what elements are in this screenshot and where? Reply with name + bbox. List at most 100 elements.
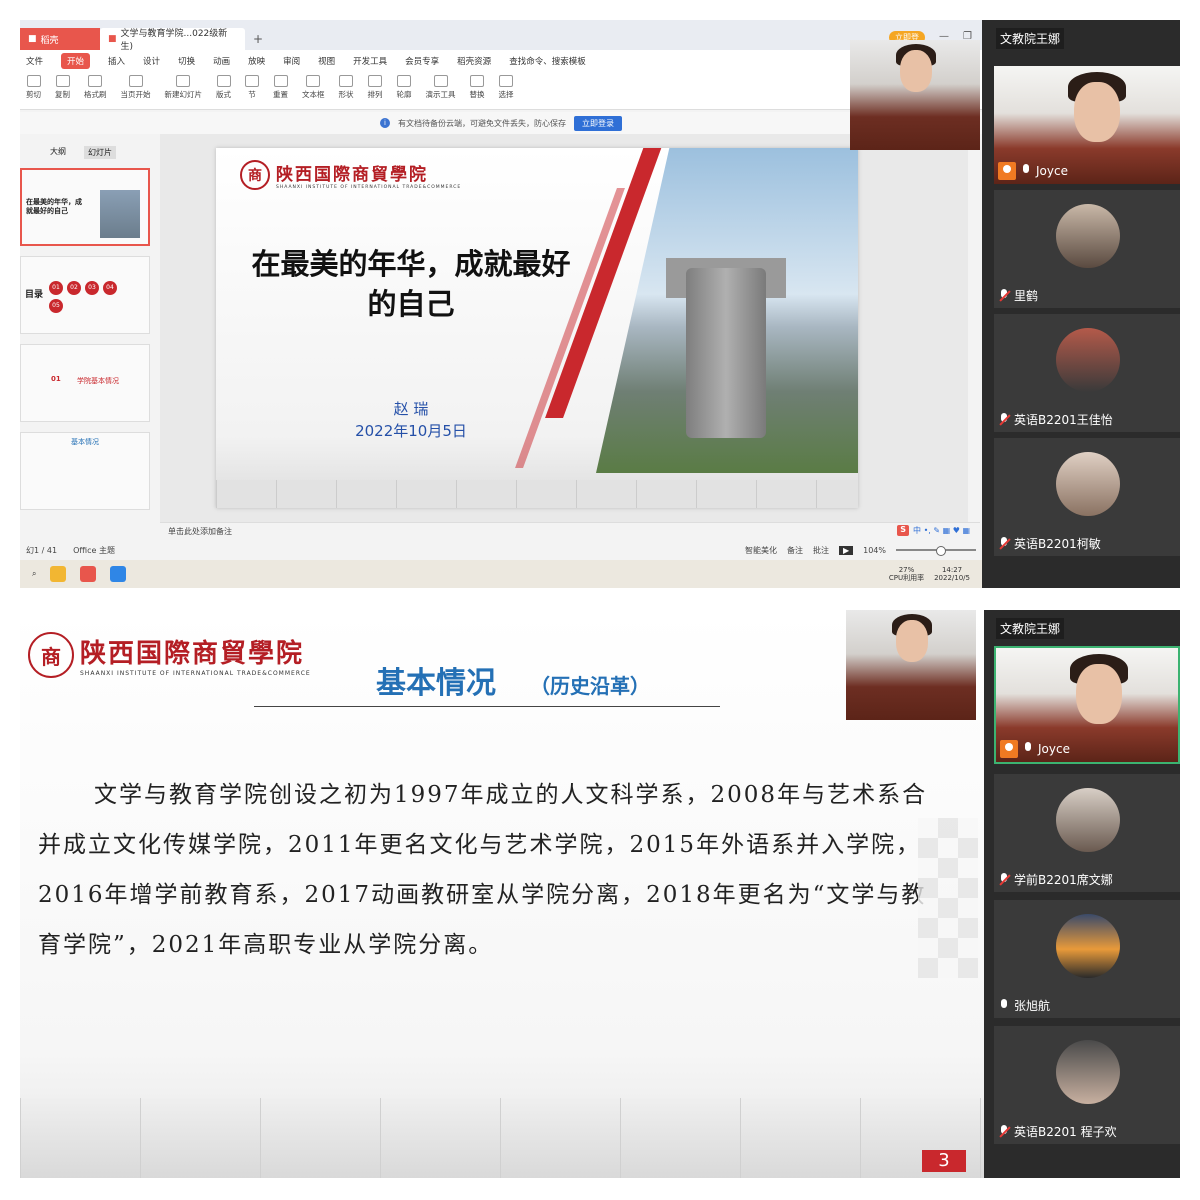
menu-review[interactable]: 审阅: [283, 55, 300, 67]
tab-document[interactable]: ■ 文学与教育学院...022级新生): [100, 28, 245, 52]
menu-animation[interactable]: 动画: [213, 55, 230, 67]
comments-toggle[interactable]: 批注: [813, 545, 829, 556]
participant-tile[interactable]: 英语B2201王佳怡: [994, 314, 1180, 432]
slide-thumbnail-2[interactable]: 目录 01 02 03 04 05: [20, 256, 150, 334]
slide-date: 2022年10月5日: [355, 422, 467, 440]
microphone-muted-icon: [998, 412, 1010, 427]
shape-button[interactable]: 形状: [339, 75, 354, 106]
login-now-button[interactable]: 立即登录: [574, 115, 622, 131]
tab-bar: ■ 稻壳 ■ 文学与教育学院...022级新生) + 立即登 — ❐: [20, 20, 982, 52]
play-from-current-button[interactable]: 当页开始: [121, 75, 151, 106]
menu-developer[interactable]: 开发工具: [353, 55, 387, 67]
backup-infobar: i 有文档待备份云端，可避免文件丢失，防心保存 立即登录: [20, 112, 982, 134]
new-tab-button[interactable]: +: [245, 28, 271, 50]
participant-avatar: [1056, 204, 1120, 268]
cut-button[interactable]: 剪切: [26, 75, 41, 106]
toc-circle: 05: [49, 299, 63, 313]
participant-tile[interactable]: 英语B2201柯敏: [994, 438, 1180, 556]
command-search[interactable]: 查找命令、搜索模板: [509, 55, 586, 67]
ribbon-toolbar: 剪切 复制 格式刷 当页开始 新建幻灯片 版式 节 重置 文本框 形状 排列 轮…: [20, 72, 982, 110]
slide-thumbnail-3[interactable]: 01 学院基本情况: [20, 344, 150, 422]
college-name-cn: 陕西国際商貿學院: [80, 639, 305, 669]
tab-slides[interactable]: 幻灯片: [84, 146, 116, 159]
scissors-icon: [26, 75, 41, 87]
slide-page-number: 3: [922, 1150, 966, 1172]
title-underline: [254, 706, 720, 707]
video-face: [1074, 82, 1120, 142]
participant-sidebar: 文教院王娜 Joyce 学前B2201席文娜 张旭航 英语B2201 程子欢: [990, 610, 1180, 1178]
smart-beautify-button[interactable]: 智能美化: [745, 545, 777, 556]
slide-thumbnail-4[interactable]: 基本情况: [20, 432, 150, 510]
new-slide-button[interactable]: 新建幻灯片: [165, 75, 202, 106]
menu-file[interactable]: 文件: [26, 55, 43, 67]
tab-docer[interactable]: ■ 稻壳: [20, 28, 100, 50]
select-button[interactable]: 选择: [499, 75, 514, 106]
copy-button[interactable]: 复制: [55, 75, 70, 106]
meeting-host-name: 文教院王娜: [996, 618, 1065, 639]
panel-tabs: 大纲 幻灯片: [20, 140, 160, 165]
zoom-slider[interactable]: [896, 546, 976, 556]
reset-button[interactable]: 重置: [273, 75, 288, 106]
thumb-building-image: [100, 190, 140, 238]
clock[interactable]: 14:27 2022/10/5: [934, 566, 970, 582]
participant-tile-active[interactable]: Joyce: [994, 646, 1180, 764]
menu-slideshow[interactable]: 放映: [248, 55, 265, 67]
user-icon: [998, 162, 1016, 180]
meeting-app-icon[interactable]: [110, 566, 127, 582]
menu-transition[interactable]: 切换: [178, 55, 195, 67]
menu-home[interactable]: 开始: [61, 53, 91, 69]
tab-outline[interactable]: 大纲: [50, 146, 66, 159]
microphone-muted-icon: [998, 536, 1010, 551]
cpu-usage: 27% CPU利用率: [888, 566, 925, 582]
microphone-muted-icon: [998, 288, 1010, 303]
participant-tile[interactable]: 张旭航: [994, 900, 1180, 1018]
file-explorer-icon[interactable]: [50, 566, 67, 582]
format-painter-button[interactable]: 格式刷: [84, 75, 107, 106]
participant-avatar: [1056, 914, 1120, 978]
sogou-icon[interactable]: S: [897, 525, 910, 536]
textbox-icon: [306, 75, 321, 87]
layout-icon: [216, 75, 231, 87]
tools-icon: [433, 75, 448, 87]
participant-tile[interactable]: 学前B2201席文娜: [994, 774, 1180, 892]
slide-subtitle: （历史沿革）: [530, 674, 650, 698]
slide-thumbnail-panel: 大纲 幻灯片 在最美的年华，成就最好的自己 目录 01 02 03 04 05 …: [20, 140, 160, 554]
toc-circle: 02: [67, 281, 81, 295]
toc-circle: 03: [85, 281, 99, 295]
play-slideshow-icon[interactable]: ▶: [838, 545, 854, 555]
notes-area[interactable]: 单击此处添加备注 S 中 •, ✎ ▦ ♥ ▦: [160, 522, 980, 540]
outline-button[interactable]: 轮廓: [397, 75, 412, 106]
arrange-button[interactable]: 排列: [368, 75, 383, 106]
notes-toggle[interactable]: 备注: [787, 545, 803, 556]
current-slide: 商 陕西国際商貿學院 SHAANXI INSTITUTE OF INTERNAT…: [216, 148, 858, 508]
slide-thumbnail-1[interactable]: 在最美的年华，成就最好的自己: [20, 168, 150, 246]
replace-button[interactable]: 替换: [470, 75, 485, 106]
menu-design[interactable]: 设计: [143, 55, 160, 67]
microphone-muted-icon: [998, 1124, 1010, 1139]
presentation-tools-button[interactable]: 演示工具: [426, 75, 456, 106]
arrange-icon: [368, 75, 382, 87]
textbox-button[interactable]: 文本框: [302, 75, 325, 106]
wps-icon[interactable]: [80, 566, 97, 582]
menu-view[interactable]: 视图: [318, 55, 335, 67]
thumb-title: 在最美的年华，成就最好的自己: [26, 198, 82, 215]
participant-label: 英语B2201 程子欢: [998, 1123, 1117, 1140]
participant-tile[interactable]: Joyce: [994, 66, 1180, 184]
copy-icon: [55, 75, 70, 87]
menu-docer[interactable]: 稻壳资源: [457, 55, 491, 67]
brush-icon: [88, 75, 103, 87]
participant-tile[interactable]: 英语B2201 程子欢: [994, 1026, 1180, 1144]
zoom-level[interactable]: 104%: [863, 546, 886, 555]
ime-tools[interactable]: 中 •, ✎ ▦ ♥ ▦: [913, 525, 970, 536]
participant-tile[interactable]: 里鹤: [994, 190, 1180, 308]
replace-icon: [470, 75, 484, 87]
page-indicator: 幻1 / 41: [26, 545, 58, 555]
section-button[interactable]: 节: [245, 75, 259, 106]
windows-taskbar: ⌕ 27% CPU利用率 14:27 2022/10/5: [20, 560, 982, 588]
system-tray: 27% CPU利用率 14:27 2022/10/5: [889, 566, 970, 582]
search-icon[interactable]: ⌕: [32, 569, 36, 579]
menu-member[interactable]: 会员专享: [405, 55, 439, 67]
screenshot-top: ■ 稻壳 ■ 文学与教育学院...022级新生) + 立即登 — ❐ 文件 开始 插…: [20, 20, 1180, 588]
menu-insert[interactable]: 插入: [108, 55, 125, 67]
layout-button[interactable]: 版式: [216, 75, 231, 106]
